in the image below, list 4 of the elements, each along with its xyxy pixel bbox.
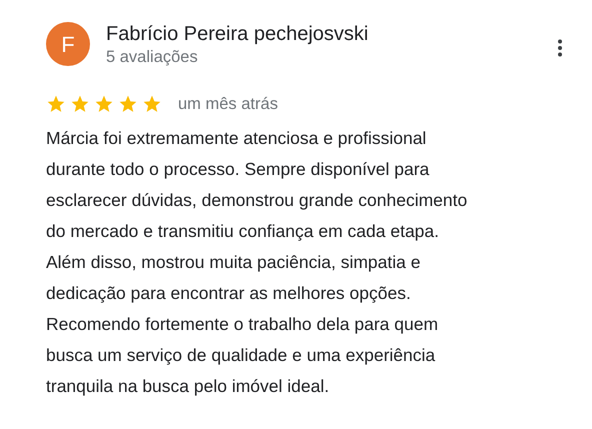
review-count: 5 avaliações — [106, 47, 199, 68]
review-time: um mês atrás — [178, 94, 278, 115]
author-name[interactable]: Fabrício Pereira pechejosvski — [106, 22, 548, 46]
review-text: Márcia foi extremamente atenciosa e profissional durante todo o processo. Sempre disponível para esclarecer dúvidas, demonstrou grande conhecimento do mercado e transmitiu confiança em cada etapa. Além disso, mostrou muita paciência, simpatia e dedicação para encontrar as melhores opções. Recomendo fortemente o trabalho dela para quem busca um serviço de qualidade e uma experiência tranquila na busca pelo imóvel ideal. — [46, 126, 468, 398]
